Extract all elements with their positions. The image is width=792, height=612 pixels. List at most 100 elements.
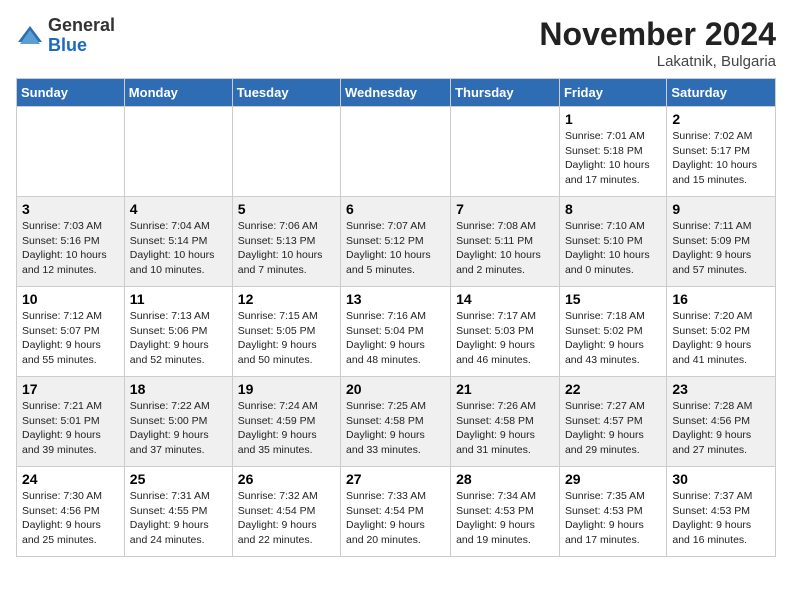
calendar-cell: 12 Sunrise: 7:15 AM Sunset: 5:05 PM Dayli… [232, 287, 340, 377]
logo-general-text: General [48, 15, 115, 35]
calendar-cell: 13Sunrise: 7:16 AM Sunset: 5:04 PM Dayli… [341, 287, 451, 377]
logo-icon [16, 22, 44, 50]
header-col-tuesday: Tuesday [232, 79, 340, 107]
calendar-cell: 24 Sunrise: 7:30 AM Sunset: 4:56 PM Dayli… [17, 467, 125, 557]
day-info: Sunrise: 7:25 AM Sunset: 4:58 PM Dayligh… [346, 399, 445, 458]
day-number: 23 [672, 381, 770, 397]
day-number: 3 [22, 201, 119, 217]
calendar-cell: 28 Sunrise: 7:34 AM Sunset: 4:53 PM Dayli… [451, 467, 560, 557]
calendar-cell: 18 Sunrise: 7:22 AM Sunset: 5:00 PM Dayli… [124, 377, 232, 467]
day-info: Sunrise: 7:07 AM Sunset: 5:12 PM Dayligh… [346, 219, 445, 278]
day-number: 26 [238, 471, 335, 487]
day-number: 16 [672, 291, 770, 307]
calendar-cell: 8 Sunrise: 7:10 AM Sunset: 5:10 PM Daylig… [559, 197, 666, 287]
day-info: Sunrise: 7:31 AM Sunset: 4:55 PM Dayligh… [130, 489, 227, 548]
week-row-1: 1 Sunrise: 7:01 AM Sunset: 5:18 PM Daylig… [17, 107, 776, 197]
day-info: Sunrise: 7:06 AM Sunset: 5:13 PM Dayligh… [238, 219, 335, 278]
week-row-3: 10 Sunrise: 7:12 AM Sunset: 5:07 PM Dayli… [17, 287, 776, 377]
week-row-4: 17 Sunrise: 7:21 AM Sunset: 5:01 PM Dayli… [17, 377, 776, 467]
day-info: Sunrise: 7:30 AM Sunset: 4:56 PM Dayligh… [22, 489, 119, 548]
calendar-cell: 16 Sunrise: 7:20 AM Sunset: 5:02 PM Dayli… [667, 287, 776, 377]
day-info: Sunrise: 7:24 AM Sunset: 4:59 PM Dayligh… [238, 399, 335, 458]
header-col-saturday: Saturday [667, 79, 776, 107]
day-info: Sunrise: 7:12 AM Sunset: 5:07 PM Dayligh… [22, 309, 119, 368]
calendar-cell: 14 Sunrise: 7:17 AM Sunset: 5:03 PM Dayli… [451, 287, 560, 377]
calendar-cell: 26 Sunrise: 7:32 AM Sunset: 4:54 PM Dayli… [232, 467, 340, 557]
day-info: Sunrise: 7:10 AM Sunset: 5:10 PM Dayligh… [565, 219, 661, 278]
calendar-cell: 27Sunrise: 7:33 AM Sunset: 4:54 PM Dayli… [341, 467, 451, 557]
calendar-cell [232, 107, 340, 197]
header: General Blue November 2024 Lakatnik, Bul… [16, 16, 776, 70]
calendar-cell: 23 Sunrise: 7:28 AM Sunset: 4:56 PM Dayli… [667, 377, 776, 467]
calendar-cell: 7 Sunrise: 7:08 AM Sunset: 5:11 PM Daylig… [451, 197, 560, 287]
day-number: 18 [130, 381, 227, 397]
day-info: Sunrise: 7:02 AM Sunset: 5:17 PM Dayligh… [672, 129, 770, 188]
day-info: Sunrise: 7:27 AM Sunset: 4:57 PM Dayligh… [565, 399, 661, 458]
calendar-header: SundayMondayTuesdayWednesdayThursdayFrid… [17, 79, 776, 107]
calendar-title: November 2024 [539, 16, 776, 53]
day-info: Sunrise: 7:34 AM Sunset: 4:53 PM Dayligh… [456, 489, 554, 548]
title-area: November 2024 Lakatnik, Bulgaria [539, 16, 776, 70]
calendar-cell: 19 Sunrise: 7:24 AM Sunset: 4:59 PM Dayli… [232, 377, 340, 467]
header-col-sunday: Sunday [17, 79, 125, 107]
day-info: Sunrise: 7:17 AM Sunset: 5:03 PM Dayligh… [456, 309, 554, 368]
calendar-cell: 4Sunrise: 7:04 AM Sunset: 5:14 PM Daylig… [124, 197, 232, 287]
day-number: 25 [130, 471, 227, 487]
day-number: 24 [22, 471, 119, 487]
logo-text: General Blue [48, 16, 115, 56]
day-number: 10 [22, 291, 119, 307]
day-number: 14 [456, 291, 554, 307]
day-number: 9 [672, 201, 770, 217]
calendar-cell: 17 Sunrise: 7:21 AM Sunset: 5:01 PM Dayli… [17, 377, 125, 467]
day-info: Sunrise: 7:35 AM Sunset: 4:53 PM Dayligh… [565, 489, 661, 548]
calendar-cell: 6 Sunrise: 7:07 AM Sunset: 5:12 PM Daylig… [341, 197, 451, 287]
day-info: Sunrise: 7:08 AM Sunset: 5:11 PM Dayligh… [456, 219, 554, 278]
day-info: Sunrise: 7:01 AM Sunset: 5:18 PM Dayligh… [565, 129, 661, 188]
day-number: 19 [238, 381, 335, 397]
day-number: 30 [672, 471, 770, 487]
calendar-cell: 29Sunrise: 7:35 AM Sunset: 4:53 PM Dayli… [559, 467, 666, 557]
day-info: Sunrise: 7:21 AM Sunset: 5:01 PM Dayligh… [22, 399, 119, 458]
calendar-cell: 22Sunrise: 7:27 AM Sunset: 4:57 PM Dayli… [559, 377, 666, 467]
day-info: Sunrise: 7:15 AM Sunset: 5:05 PM Dayligh… [238, 309, 335, 368]
week-row-2: 3Sunrise: 7:03 AM Sunset: 5:16 PM Daylig… [17, 197, 776, 287]
day-info: Sunrise: 7:26 AM Sunset: 4:58 PM Dayligh… [456, 399, 554, 458]
day-number: 21 [456, 381, 554, 397]
day-info: Sunrise: 7:16 AM Sunset: 5:04 PM Dayligh… [346, 309, 445, 368]
day-info: Sunrise: 7:18 AM Sunset: 5:02 PM Dayligh… [565, 309, 661, 368]
day-number: 17 [22, 381, 119, 397]
day-info: Sunrise: 7:22 AM Sunset: 5:00 PM Dayligh… [130, 399, 227, 458]
calendar-cell: 15Sunrise: 7:18 AM Sunset: 5:02 PM Dayli… [559, 287, 666, 377]
day-number: 7 [456, 201, 554, 217]
day-info: Sunrise: 7:28 AM Sunset: 4:56 PM Dayligh… [672, 399, 770, 458]
day-info: Sunrise: 7:32 AM Sunset: 4:54 PM Dayligh… [238, 489, 335, 548]
day-number: 12 [238, 291, 335, 307]
day-number: 6 [346, 201, 445, 217]
calendar-cell: 2 Sunrise: 7:02 AM Sunset: 5:17 PM Daylig… [667, 107, 776, 197]
header-col-wednesday: Wednesday [341, 79, 451, 107]
calendar-cell: 5Sunrise: 7:06 AM Sunset: 5:13 PM Daylig… [232, 197, 340, 287]
day-number: 27 [346, 471, 445, 487]
header-col-friday: Friday [559, 79, 666, 107]
header-col-thursday: Thursday [451, 79, 560, 107]
calendar-cell: 21 Sunrise: 7:26 AM Sunset: 4:58 PM Dayli… [451, 377, 560, 467]
calendar-cell: 3Sunrise: 7:03 AM Sunset: 5:16 PM Daylig… [17, 197, 125, 287]
calendar-body: 1 Sunrise: 7:01 AM Sunset: 5:18 PM Daylig… [17, 107, 776, 557]
calendar-subtitle: Lakatnik, Bulgaria [539, 53, 776, 70]
day-info: Sunrise: 7:20 AM Sunset: 5:02 PM Dayligh… [672, 309, 770, 368]
header-row: SundayMondayTuesdayWednesdayThursdayFrid… [17, 79, 776, 107]
calendar-cell: 20 Sunrise: 7:25 AM Sunset: 4:58 PM Dayli… [341, 377, 451, 467]
day-number: 1 [565, 111, 661, 127]
day-info: Sunrise: 7:11 AM Sunset: 5:09 PM Dayligh… [672, 219, 770, 278]
day-number: 20 [346, 381, 445, 397]
calendar-cell [124, 107, 232, 197]
calendar-cell [17, 107, 125, 197]
day-number: 28 [456, 471, 554, 487]
week-row-5: 24 Sunrise: 7:30 AM Sunset: 4:56 PM Dayli… [17, 467, 776, 557]
day-number: 2 [672, 111, 770, 127]
calendar-cell: 9 Sunrise: 7:11 AM Sunset: 5:09 PM Daylig… [667, 197, 776, 287]
day-number: 8 [565, 201, 661, 217]
calendar-cell [341, 107, 451, 197]
day-info: Sunrise: 7:37 AM Sunset: 4:53 PM Dayligh… [672, 489, 770, 548]
calendar-cell: 10 Sunrise: 7:12 AM Sunset: 5:07 PM Dayli… [17, 287, 125, 377]
